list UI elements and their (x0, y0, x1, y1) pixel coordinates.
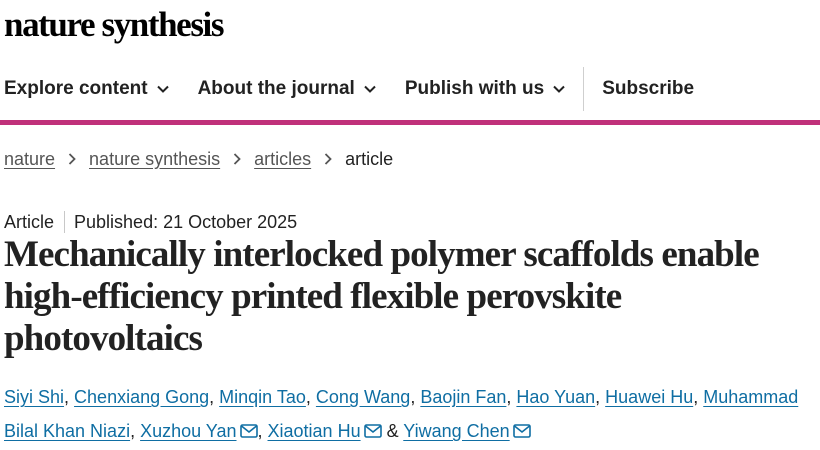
article-title: Mechanically interlocked polymer scaffol… (4, 234, 760, 359)
author-link[interactable]: Yiwang Chen (403, 421, 509, 441)
email-icon[interactable] (363, 424, 382, 438)
author-link[interactable]: Hao Yuan (516, 387, 595, 407)
nav-item-label: About the journal (197, 78, 355, 99)
nav-subscribe[interactable]: Subscribe (602, 78, 694, 100)
chevron-right-icon (68, 153, 76, 165)
nav-explore-content[interactable]: Explore content (4, 78, 169, 100)
breadcrumb-link-articles[interactable]: articles (254, 149, 311, 170)
author-link[interactable]: Siyi Shi (4, 387, 64, 407)
nav-divider (583, 67, 585, 111)
breadcrumb-current: article (345, 148, 394, 169)
chevron-right-icon (233, 153, 241, 165)
chevron-down-icon (156, 85, 169, 93)
chevron-down-icon (553, 85, 565, 93)
chevron-down-icon (364, 85, 376, 93)
nav-item-label: Publish with us (404, 78, 545, 99)
author-link[interactable]: Minqin Tao (219, 387, 306, 407)
breadcrumb-link-nature-synthesis[interactable]: nature synthesis (89, 149, 220, 170)
article-meta: Article Published: 21 October 2025 (4, 210, 297, 234)
author-link[interactable]: Xuzhou Yan (140, 421, 236, 441)
journal-logo[interactable]: nature synthesis (4, 4, 224, 46)
breadcrumb-link-nature[interactable]: nature (4, 149, 55, 170)
author-link[interactable]: Baojin Fan (420, 387, 506, 407)
author-link[interactable]: Cong Wang (316, 387, 410, 407)
published-date: Published: 21 October 2025 (74, 211, 298, 232)
nav-publish-with-us[interactable]: Publish with us (405, 78, 565, 100)
nav-item-label: Subscribe (602, 78, 695, 99)
main-nav: Explore content About the journal Publis… (0, 67, 820, 111)
accent-bar (0, 120, 820, 125)
article-page: nature synthesis Explore content About t… (0, 0, 820, 450)
breadcrumb: nature nature synthesis articles article (4, 147, 393, 171)
author-link[interactable]: Chenxiang Gong (74, 387, 209, 407)
article-type: Article (4, 211, 55, 232)
author-link[interactable]: Xiaotian Hu (268, 421, 361, 441)
email-icon[interactable] (512, 424, 531, 438)
email-icon[interactable] (239, 424, 258, 438)
nav-about-the-journal[interactable]: About the journal (198, 78, 376, 100)
nav-item-label: Explore content (4, 78, 148, 99)
meta-divider (64, 211, 66, 233)
author-link[interactable]: Huawei Hu (605, 387, 693, 407)
author-list: Siyi Shi, Chenxiang Gong, Minqin Tao, Co… (4, 387, 799, 441)
chevron-right-icon (325, 153, 332, 165)
